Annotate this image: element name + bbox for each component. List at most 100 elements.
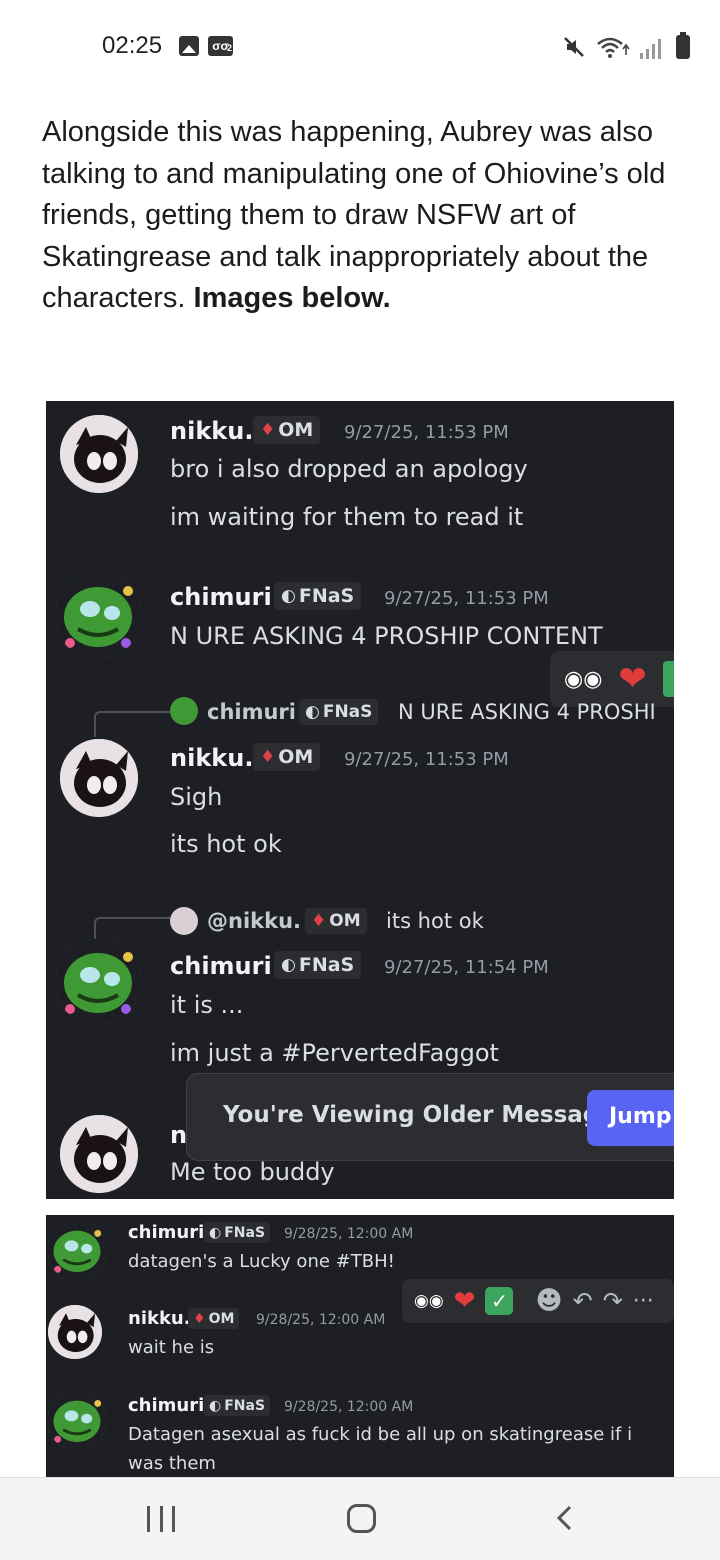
check-icon[interactable]: ✓ xyxy=(485,1287,514,1315)
message-line: Sigh xyxy=(170,783,223,811)
status-bar: 02:25 2 σσ xyxy=(0,0,720,92)
heart-icon[interactable]: ❤ xyxy=(618,659,647,699)
reply-avatar-nikku xyxy=(170,907,198,935)
reply-avatar-chimuri xyxy=(170,697,198,725)
message-line: its hot ok xyxy=(170,830,282,858)
role-tag-fnas: ◐ FNaS xyxy=(274,582,362,610)
tag-text: FNaS xyxy=(298,585,355,607)
voicemail-icon: 2 σσ xyxy=(208,36,233,56)
article-paragraph: Alongside this was happening, Aubrey was… xyxy=(42,112,682,320)
system-navigation-bar xyxy=(0,1477,720,1560)
fnas-moon-icon: ◐ xyxy=(209,1397,222,1414)
more-icon[interactable]: ··· xyxy=(633,1289,654,1314)
timestamp: 9/28/25, 12:00 AM xyxy=(284,1226,414,1242)
check-icon[interactable] xyxy=(662,661,674,697)
message-line: datagen's a Lucky one #TBH! xyxy=(128,1251,395,1272)
timestamp: 9/27/25, 11:54 PM xyxy=(384,957,549,978)
gem-icon: ♦ xyxy=(311,911,327,931)
article-bold-suffix: Images below. xyxy=(193,282,391,315)
message-actions-toolbar: ◉◉ ❤ xyxy=(550,651,674,707)
tag-text: OM xyxy=(278,746,314,768)
jump-to-present-button[interactable]: Jump xyxy=(587,1090,674,1146)
timestamp: 9/27/25, 11:53 PM xyxy=(384,588,549,609)
role-tag-om: ♦ OM xyxy=(253,743,321,771)
reply-preview[interactable]: its hot ok xyxy=(386,909,484,933)
role-tag-om: ♦ OM xyxy=(253,416,321,444)
author-name[interactable]: chimuri xyxy=(170,952,272,980)
back-icon[interactable] xyxy=(554,1505,576,1531)
avatar-nikku xyxy=(60,415,138,493)
gem-icon: ♦ xyxy=(260,420,276,440)
tag-text: FNaS xyxy=(224,1224,266,1241)
reply-role-tag: ◐ FNaS xyxy=(299,699,379,725)
role-tag-fnas: ◐ FNaS xyxy=(274,951,362,979)
gem-icon: ♦ xyxy=(260,747,276,767)
avatar-chimuri xyxy=(48,1221,106,1279)
message-line: it is ... xyxy=(170,991,244,1019)
tag-text: FNaS xyxy=(224,1397,266,1414)
timestamp: 9/27/25, 11:53 PM xyxy=(344,422,509,443)
tag-text: FNaS xyxy=(298,954,355,976)
fnas-moon-icon: ◐ xyxy=(305,702,320,722)
signal-icon xyxy=(640,35,666,59)
avatar-chimuri xyxy=(56,573,140,657)
message-line: was them xyxy=(128,1453,216,1474)
timestamp: 9/28/25, 12:00 AM xyxy=(284,1399,414,1415)
eyes-icon[interactable]: ◉◉ xyxy=(564,667,602,692)
message-line: wait he is xyxy=(128,1337,215,1358)
role-tag-fnas: ◐ FNaS xyxy=(204,1395,271,1416)
tag-text: OM xyxy=(208,1310,235,1327)
author-name[interactable]: nikku. xyxy=(170,744,253,772)
avatar-chimuri xyxy=(48,1391,106,1449)
message-line: im waiting for them to read it xyxy=(170,503,524,531)
battery-icon xyxy=(676,32,690,59)
image-icon xyxy=(179,36,199,56)
fnas-moon-icon: ◐ xyxy=(281,955,296,975)
message-line: Me too buddy xyxy=(170,1158,335,1186)
older-messages-text: You're Viewing Older Messages xyxy=(223,1102,629,1128)
reply-role-tag: ♦ OM xyxy=(305,908,367,934)
mute-icon xyxy=(562,35,586,59)
forward-icon[interactable]: ↷ xyxy=(603,1287,623,1315)
reply-author[interactable]: chimuri xyxy=(207,700,296,724)
author-name[interactable]: nikku. xyxy=(128,1308,191,1329)
reply-icon[interactable]: ↶ xyxy=(573,1287,593,1315)
message-line: Datagen asexual as fuck id be all up on … xyxy=(128,1424,633,1445)
voicemail-count: 2 xyxy=(226,43,232,53)
timestamp: 9/28/25, 12:00 AM xyxy=(256,1312,386,1328)
wifi-icon xyxy=(596,35,630,59)
message-line: N URE ASKING 4 PROSHIP CONTENT xyxy=(170,622,603,650)
tag-text: OM xyxy=(278,419,314,441)
role-tag-fnas: ◐ FNaS xyxy=(204,1222,271,1243)
reply-connector xyxy=(94,711,170,737)
home-icon[interactable] xyxy=(347,1504,376,1533)
avatar-nikku xyxy=(60,739,138,817)
emoji-icon[interactable]: ☻ xyxy=(535,1286,562,1316)
fnas-moon-icon: ◐ xyxy=(281,586,296,606)
role-tag-om: ♦ OM xyxy=(188,1308,240,1329)
gem-icon: ♦ xyxy=(193,1310,206,1327)
author-name[interactable]: chimuri xyxy=(128,1222,204,1243)
older-messages-banner: You're Viewing Older Messages Jump xyxy=(186,1073,674,1161)
author-name-partial[interactable]: n xyxy=(170,1121,187,1149)
recent-apps-icon[interactable] xyxy=(147,1506,175,1532)
author-name[interactable]: chimuri xyxy=(128,1395,204,1416)
heart-icon[interactable]: ❤ xyxy=(454,1286,476,1316)
author-name[interactable]: chimuri xyxy=(170,583,272,611)
author-name[interactable]: nikku. xyxy=(170,417,253,445)
avatar-nikku xyxy=(48,1305,102,1359)
avatar-chimuri xyxy=(56,939,140,1023)
fnas-moon-icon: ◐ xyxy=(209,1224,222,1241)
status-time: 02:25 xyxy=(102,32,163,59)
eyes-icon[interactable]: ◉◉ xyxy=(414,1291,444,1311)
avatar-nikku xyxy=(60,1115,138,1193)
discord-screenshot-2: chimuri ◐ FNaS 9/28/25, 12:00 AM datagen'… xyxy=(46,1215,674,1477)
reply-author[interactable]: @nikku. xyxy=(207,909,301,933)
tag-text: OM xyxy=(329,911,361,931)
tag-text: FNaS xyxy=(322,702,373,722)
message-line: im just a #PervertedFaggot xyxy=(170,1039,499,1067)
message-line: bro i also dropped an apology xyxy=(170,455,528,483)
discord-screenshot-1: nikku. ♦ OM 9/27/25, 11:53 PM bro i also … xyxy=(46,401,674,1199)
timestamp: 9/27/25, 11:53 PM xyxy=(344,749,509,770)
reply-preview[interactable]: N URE ASKING 4 PROSHI xyxy=(398,700,656,724)
